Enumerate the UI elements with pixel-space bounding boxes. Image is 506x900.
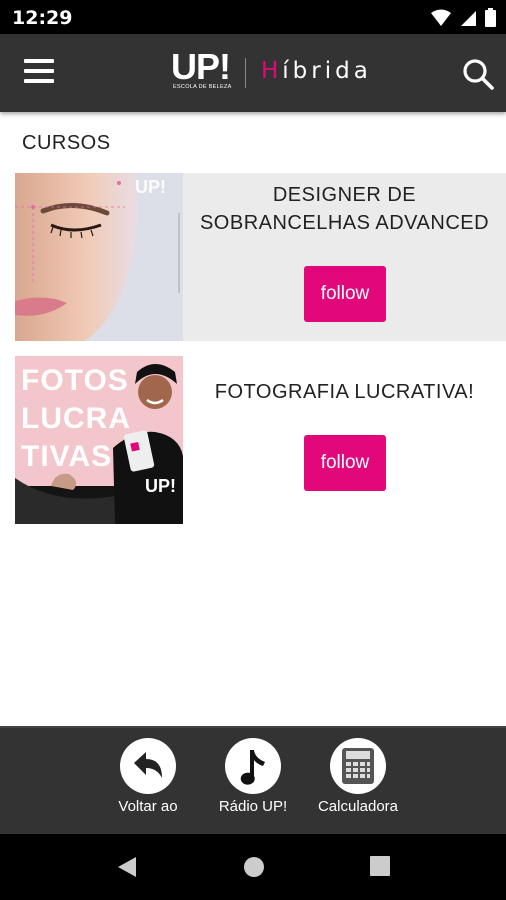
- section-title: CURSOS: [22, 132, 111, 154]
- nav-back-button[interactable]: [116, 855, 138, 884]
- course-title-line: DESIGNER DE: [272, 184, 417, 206]
- calculator-icon: [330, 738, 386, 794]
- app-bar: UP! ESCOLA DE BELEZA Híbrida: [0, 34, 506, 112]
- radio-button[interactable]: Rádio UP!: [200, 738, 306, 815]
- logo-subtitle: ESCOLA DE BELEZA: [173, 84, 232, 90]
- bottom-nav-label: Voltar ao: [118, 798, 178, 815]
- course-title-line: SOBRANCELHAS ADVANCED: [199, 212, 490, 234]
- app-logo: UP! ESCOLA DE BELEZA Híbrida: [171, 46, 368, 96]
- menu-button[interactable]: [24, 59, 58, 87]
- thumbnail-text-line: LUCRA: [21, 402, 131, 435]
- bottom-action-bar: Voltar ao Rádio UP! Calculadora: [0, 726, 506, 836]
- system-nav-bar: [0, 834, 506, 900]
- course-card[interactable]: FOTOS LUCRA TIVAS UP! FOTOGRAFIA LUCRATI…: [15, 356, 506, 524]
- thumbnail-watermark: UP!: [145, 476, 176, 496]
- thumbnail-text: FOTOS LUCRA TIVAS: [21, 362, 131, 476]
- course-title: DESIGNER DE SOBRANCELHAS ADVANCED: [183, 181, 506, 237]
- bottom-nav-label: Calculadora: [317, 798, 399, 815]
- course-title-line: FOTOGRAFIA LUCRATIVA!: [214, 381, 475, 403]
- course-card[interactable]: UP! DESIGNER DE SOBRANCELHAS ADVANCED fo…: [15, 173, 506, 341]
- follow-button[interactable]: follow: [304, 435, 386, 491]
- logo-up-text: UP!: [171, 46, 231, 87]
- course-thumbnail: UP!: [15, 173, 183, 341]
- music-note-icon: [225, 738, 281, 794]
- course-title: FOTOGRAFIA LUCRATIVA!: [183, 378, 506, 406]
- search-button[interactable]: [460, 56, 496, 92]
- logo-product-rest: íbrida: [282, 58, 372, 84]
- thumbnail-text-line: TIVAS: [21, 440, 113, 473]
- logo-product-initial: H: [261, 58, 283, 84]
- logo-product-name: Híbrida: [261, 58, 372, 84]
- thumbnail-watermark: UP!: [135, 177, 166, 197]
- back-arrow-icon: [120, 738, 176, 794]
- wifi-icon: [431, 9, 451, 26]
- calculator-button[interactable]: Calculadora: [305, 738, 411, 815]
- hamburger-icon-bar: [24, 59, 54, 63]
- battery-icon: [485, 8, 496, 27]
- status-bar: 12:29: [0, 0, 506, 34]
- signal-icon: [461, 10, 476, 26]
- search-icon: [463, 59, 494, 90]
- logo-divider: [245, 58, 246, 88]
- follow-button[interactable]: follow: [304, 266, 386, 322]
- course-thumbnail: FOTOS LUCRA TIVAS UP!: [15, 356, 183, 524]
- nav-recents-button[interactable]: [369, 855, 391, 882]
- status-time: 12:29: [12, 7, 73, 29]
- back-triangle-icon: [118, 857, 136, 877]
- status-icons: [431, 8, 496, 27]
- home-circle-icon: [244, 857, 264, 877]
- hamburger-icon-bar: [24, 79, 54, 83]
- bottom-nav-label: Rádio UP!: [218, 798, 288, 815]
- thumbnail-text-line: FOTOS: [21, 364, 129, 397]
- back-home-button[interactable]: Voltar ao: [95, 738, 201, 815]
- hamburger-icon-bar: [24, 69, 54, 73]
- nav-home-button[interactable]: [242, 855, 266, 884]
- recents-square-icon: [370, 856, 390, 876]
